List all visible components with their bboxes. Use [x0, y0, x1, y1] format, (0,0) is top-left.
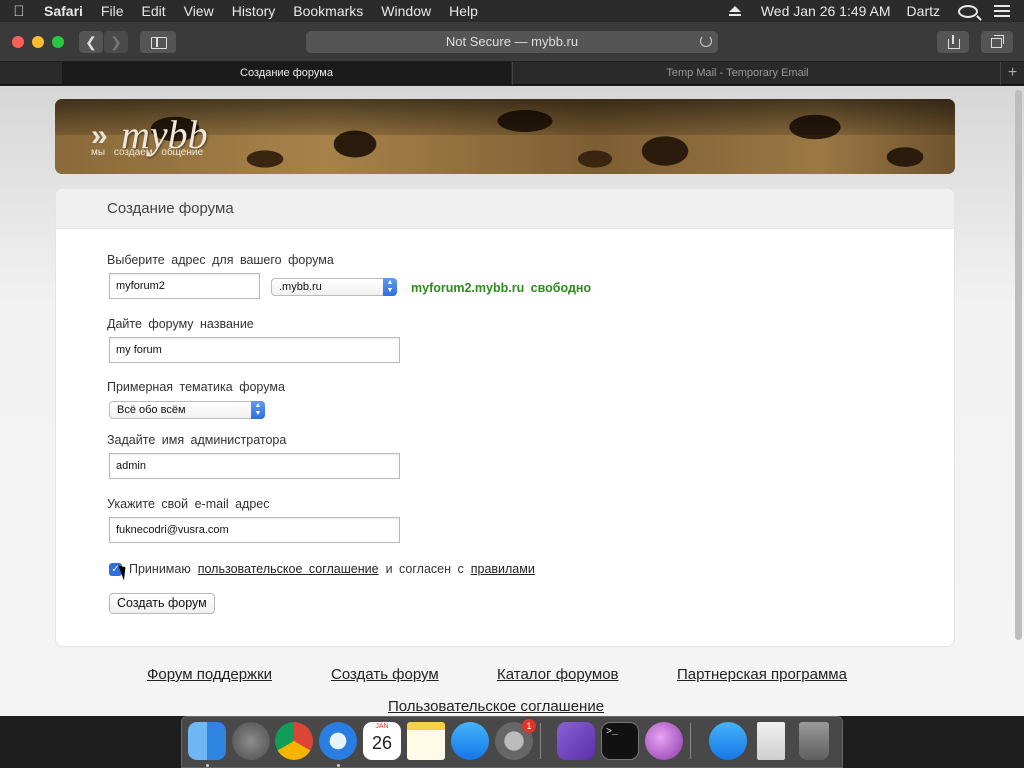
- topic-select[interactable]: Всё обо всём ▲ ▼: [109, 401, 265, 419]
- domain-select[interactable]: .mybb.ru ▲ ▼: [271, 278, 397, 296]
- finder-icon[interactable]: [188, 722, 226, 760]
- card-header: Создание форума: [56, 189, 954, 229]
- tab-bar: Создание форума Temp Mail - Temporary Em…: [0, 62, 1024, 85]
- select-stepper-icon: ▲ ▼: [383, 278, 397, 296]
- terminal-icon[interactable]: >_: [601, 722, 639, 760]
- fullscreen-window-button[interactable]: [52, 36, 64, 48]
- footer-catalog-link[interactable]: Каталог форумов: [497, 666, 619, 683]
- spotlight-icon[interactable]: [958, 4, 978, 18]
- downloads-stack-icon[interactable]: [709, 722, 747, 760]
- clock[interactable]: Wed Jan 26 1:49 AM: [753, 3, 899, 19]
- topic-label: Примерная тематика форума: [107, 380, 285, 394]
- footer-partner-link[interactable]: Партнерская программа: [677, 666, 847, 683]
- notification-center-icon[interactable]: [994, 5, 1010, 17]
- availability-status: myforum2.mybb.ru свободно: [411, 281, 592, 295]
- topic-select-value: Всё обо всём: [117, 404, 186, 416]
- tab-temp-mail[interactable]: Temp Mail - Temporary Email: [512, 62, 962, 85]
- agreement-row: ✓ Принимаю пользовательское соглашение и…: [109, 562, 542, 576]
- chrome-icon[interactable]: [275, 722, 313, 760]
- forum-name-input[interactable]: my forum: [109, 337, 400, 363]
- calendar-day: 26: [371, 733, 393, 753]
- app-store-icon[interactable]: [451, 722, 489, 760]
- address-bar[interactable]: Not Secure — mybb.ru: [306, 31, 718, 53]
- email-input[interactable]: fuknecodri@vusra.com: [109, 517, 400, 543]
- address-label: Выберите адрес для вашего форума: [107, 253, 334, 267]
- site-slogan: мы создаем общение: [91, 147, 204, 158]
- notes-icon[interactable]: [407, 722, 445, 760]
- safari-icon[interactable]: [319, 722, 357, 760]
- footer-agreement-link[interactable]: Пользовательское соглашение: [388, 698, 604, 715]
- dock-separator: [690, 723, 691, 759]
- document-icon[interactable]: [757, 722, 785, 760]
- tab-create-forum[interactable]: Создание форума: [62, 62, 511, 85]
- minimize-window-button[interactable]: [32, 36, 44, 48]
- menu-edit[interactable]: Edit: [132, 0, 174, 22]
- new-tab-button[interactable]: +: [1000, 62, 1024, 85]
- select-stepper-icon: ▲ ▼: [251, 401, 265, 419]
- address-input[interactable]: myforum2: [109, 273, 260, 299]
- tab-overview-button[interactable]: [981, 31, 1013, 53]
- agree-prefix: Принимаю: [129, 562, 191, 576]
- rules-link[interactable]: правилами: [471, 562, 535, 576]
- menu-file[interactable]: File: [92, 0, 133, 22]
- admin-input[interactable]: admin: [109, 453, 400, 479]
- trash-icon[interactable]: [799, 722, 829, 760]
- chevron-right-icon: ❯: [110, 34, 122, 50]
- user-name[interactable]: Dartz: [899, 3, 948, 19]
- installer-icon[interactable]: [645, 722, 683, 760]
- menu-bookmarks[interactable]: Bookmarks: [284, 0, 372, 22]
- forum-name-label: Дайте форуму название: [107, 317, 254, 331]
- user-agreement-link[interactable]: пользовательское соглашение: [198, 562, 379, 576]
- url-text: Not Secure — mybb.ru: [445, 34, 579, 49]
- agree-middle: и согласен с: [385, 562, 464, 576]
- menu-history[interactable]: History: [223, 0, 285, 22]
- running-indicator: [337, 764, 340, 767]
- calendar-icon[interactable]: JAN 26: [363, 722, 401, 760]
- create-forum-button[interactable]: Создать форум: [109, 593, 215, 614]
- menu-app-name[interactable]: Safari: [38, 0, 92, 22]
- web-page: » mybb мы создаем общение Создание форум…: [0, 86, 1024, 716]
- admin-label: Задайте имя администратора: [107, 433, 287, 447]
- status-area: Wed Jan 26 1:49 AM Dartz: [721, 0, 1024, 22]
- forward-button[interactable]: ❯: [104, 31, 128, 53]
- page-scrollbar[interactable]: [1015, 90, 1022, 640]
- email-label: Укажите свой e-mail адрес: [107, 497, 270, 511]
- create-forum-card: Создание форума Выберите адрес для вашег…: [55, 188, 955, 647]
- domain-select-value: .mybb.ru: [279, 281, 322, 293]
- running-indicator: [206, 764, 209, 767]
- reload-icon[interactable]: [700, 35, 712, 47]
- menu-bar:  Safari File Edit View History Bookmark…: [0, 0, 1024, 22]
- eject-icon[interactable]: [728, 6, 745, 16]
- notification-badge: 1: [522, 719, 536, 733]
- dock-separator: [540, 723, 541, 759]
- apple-menu-icon[interactable]: : [0, 3, 38, 20]
- calendar-month: JAN: [375, 723, 389, 730]
- menu-view[interactable]: View: [175, 0, 223, 22]
- browser-toolbar: ❮ ❯ Not Secure — mybb.ru: [0, 22, 1024, 62]
- chevron-left-icon: ❮: [85, 34, 97, 50]
- menu-help[interactable]: Help: [440, 0, 487, 22]
- page-title: Создание форума: [107, 200, 234, 217]
- back-button[interactable]: ❮: [79, 31, 103, 53]
- launchpad-icon[interactable]: [232, 722, 270, 760]
- footer-create-link[interactable]: Создать форум: [331, 666, 439, 683]
- footer-support-link[interactable]: Форум поддержки: [147, 666, 272, 683]
- share-button[interactable]: [937, 31, 969, 53]
- menu-window[interactable]: Window: [372, 0, 440, 22]
- visual-studio-icon[interactable]: [557, 722, 595, 760]
- site-banner: » mybb мы создаем общение: [55, 99, 955, 174]
- dock: JAN 26 1 >_: [181, 716, 843, 768]
- close-window-button[interactable]: [12, 36, 24, 48]
- sidebar-toggle-button[interactable]: [140, 31, 176, 53]
